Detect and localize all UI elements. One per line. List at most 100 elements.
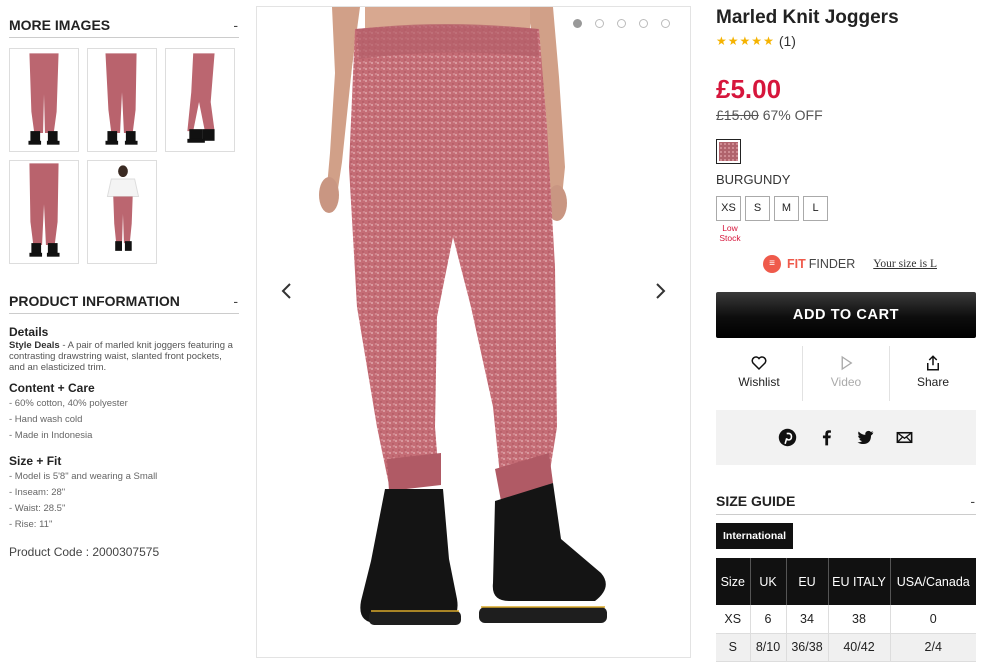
size-fit-heading: Size + Fit (9, 454, 62, 468)
star-icon: ★ (763, 33, 774, 48)
star-icon: ★ (751, 33, 763, 48)
tab-international[interactable]: International (716, 523, 794, 549)
social-share-bar (716, 410, 976, 465)
slide-dots (573, 19, 670, 28)
action-bar: Wishlist Video Share (716, 346, 976, 401)
rating-stars: ★ ★ ★ ★ ★ (716, 33, 774, 48)
column-header: EU (786, 558, 829, 605)
color-name: BURGUNDY (716, 172, 791, 187)
collapse-icon[interactable]: - (233, 293, 239, 309)
list-item: - Made in Indonesia (9, 430, 93, 441)
wishlist-label: Wishlist (738, 375, 780, 389)
size-option-s[interactable]: S (745, 196, 770, 221)
product-info-body: Details Style Deals - A pair of marled k… (9, 325, 239, 559)
star-icon: ★ (727, 33, 739, 48)
table-cell: 0 (890, 605, 976, 634)
table-cell: 34 (786, 605, 829, 634)
chevron-left-icon[interactable] (277, 279, 297, 303)
twitter-icon[interactable] (856, 428, 875, 447)
content-care-list: - 60% cotton, 40% polyester - Hand wash … (9, 396, 239, 444)
fit-finder-brand: FIT (787, 257, 806, 271)
more-images-title: MORE IMAGES (9, 16, 111, 33)
column-header: EU ITALY (828, 558, 891, 605)
rating-count[interactable]: (1) (779, 33, 796, 49)
table-row: XS 6 34 38 0 (716, 605, 976, 634)
list-item: - 60% cotton, 40% polyester (9, 398, 128, 409)
size-option-l[interactable]: L (803, 196, 828, 221)
color-swatch[interactable] (716, 139, 741, 164)
wishlist-button[interactable]: Wishlist (716, 346, 803, 401)
details-heading: Details (9, 325, 49, 339)
discount-label: 67% OFF (762, 107, 823, 123)
size-guide-title: SIZE GUIDE (716, 492, 796, 509)
chevron-right-icon[interactable] (650, 279, 670, 303)
size-option-m[interactable]: M (774, 196, 799, 221)
list-item: - Rise: 11" (9, 519, 53, 530)
details-label: Style Deals (9, 340, 60, 351)
size-option-xs[interactable]: XS (716, 196, 741, 221)
table-cell: 2/4 (890, 633, 976, 662)
list-item: - Waist: 28.5" (9, 503, 66, 514)
slide-dot-2[interactable] (595, 19, 604, 28)
thumbnail-5[interactable] (87, 160, 157, 264)
fit-finder-brand-2: FINDER (808, 257, 856, 271)
product-page: MORE IMAGES - PRODUCT INFORMATION - Deta… (0, 0, 982, 663)
share-button[interactable]: Share (890, 346, 976, 401)
product-photo (257, 7, 690, 657)
fit-finder-link[interactable]: Your size is L (873, 258, 937, 270)
table-cell: S (716, 633, 751, 662)
list-item: - Inseam: 28" (9, 487, 66, 498)
slide-dot-3[interactable] (617, 19, 626, 28)
more-images-header[interactable]: MORE IMAGES - (9, 12, 239, 38)
thumbnail-3[interactable] (165, 48, 235, 152)
share-icon (927, 355, 939, 371)
collapse-icon[interactable]: - (233, 17, 239, 33)
size-guide-table: Size UK EU EU ITALY USA/Canada XS 6 34 3… (716, 558, 976, 662)
thumbnail-2[interactable] (87, 48, 157, 152)
table-cell: 6 (750, 605, 787, 634)
thumbnail-1[interactable] (9, 48, 79, 152)
slide-dot-4[interactable] (639, 19, 648, 28)
size-fit-list: - Model is 5'8" and wearing a Small - In… (9, 469, 239, 533)
product-info-header[interactable]: PRODUCT INFORMATION - (9, 288, 239, 314)
table-cell: 8/10 (750, 633, 787, 662)
original-price: £15.00 (716, 107, 759, 123)
list-item: - Hand wash cold (9, 414, 83, 425)
column-header: UK (750, 558, 787, 605)
product-title: Marled Knit Joggers (716, 7, 899, 28)
pinterest-icon[interactable] (778, 428, 797, 447)
slide-dot-5[interactable] (661, 19, 670, 28)
play-icon (841, 355, 853, 371)
slide-dot-1[interactable] (573, 19, 582, 28)
heart-icon (751, 356, 767, 371)
table-cell: 36/38 (786, 633, 829, 662)
column-header: USA/Canada (890, 558, 976, 605)
size-guide-header[interactable]: SIZE GUIDE - (716, 487, 976, 515)
content-care-heading: Content + Care (9, 381, 95, 395)
fit-finder[interactable]: ≡ FIT FINDER Your size is L (763, 255, 937, 273)
thumbnail-4[interactable] (9, 160, 79, 264)
table-row: S 8/10 36/38 40/42 2/4 (716, 633, 976, 662)
details-text: Style Deals - A pair of marled knit jogg… (9, 340, 239, 373)
share-label: Share (916, 375, 950, 389)
facebook-icon[interactable] (817, 428, 836, 447)
star-icon: ★ (716, 33, 727, 48)
table-header-row: Size UK EU EU ITALY USA/Canada (716, 558, 976, 605)
add-to-cart-button[interactable]: ADD TO CART (716, 292, 976, 338)
size-selector: XS S M L (716, 196, 828, 221)
email-icon[interactable] (895, 428, 914, 447)
video-label: Video (830, 375, 862, 389)
original-price-row: £15.00 67% OFF (716, 107, 823, 123)
list-item: - Model is 5'8" and wearing a Small (9, 471, 158, 482)
video-button[interactable]: Video (803, 346, 890, 401)
table-cell: 40/42 (828, 633, 891, 662)
column-header: Size (716, 558, 751, 605)
fit-finder-logo-icon: ≡ (763, 255, 781, 273)
main-product-image[interactable] (256, 6, 691, 658)
swatch-fill (719, 142, 738, 161)
product-info-title: PRODUCT INFORMATION (9, 292, 180, 309)
collapse-icon[interactable]: - (970, 493, 976, 509)
table-cell: XS (716, 605, 751, 634)
rating[interactable]: ★ ★ ★ ★ ★ (1) (716, 33, 796, 49)
low-stock-label: Low Stock (719, 223, 741, 243)
